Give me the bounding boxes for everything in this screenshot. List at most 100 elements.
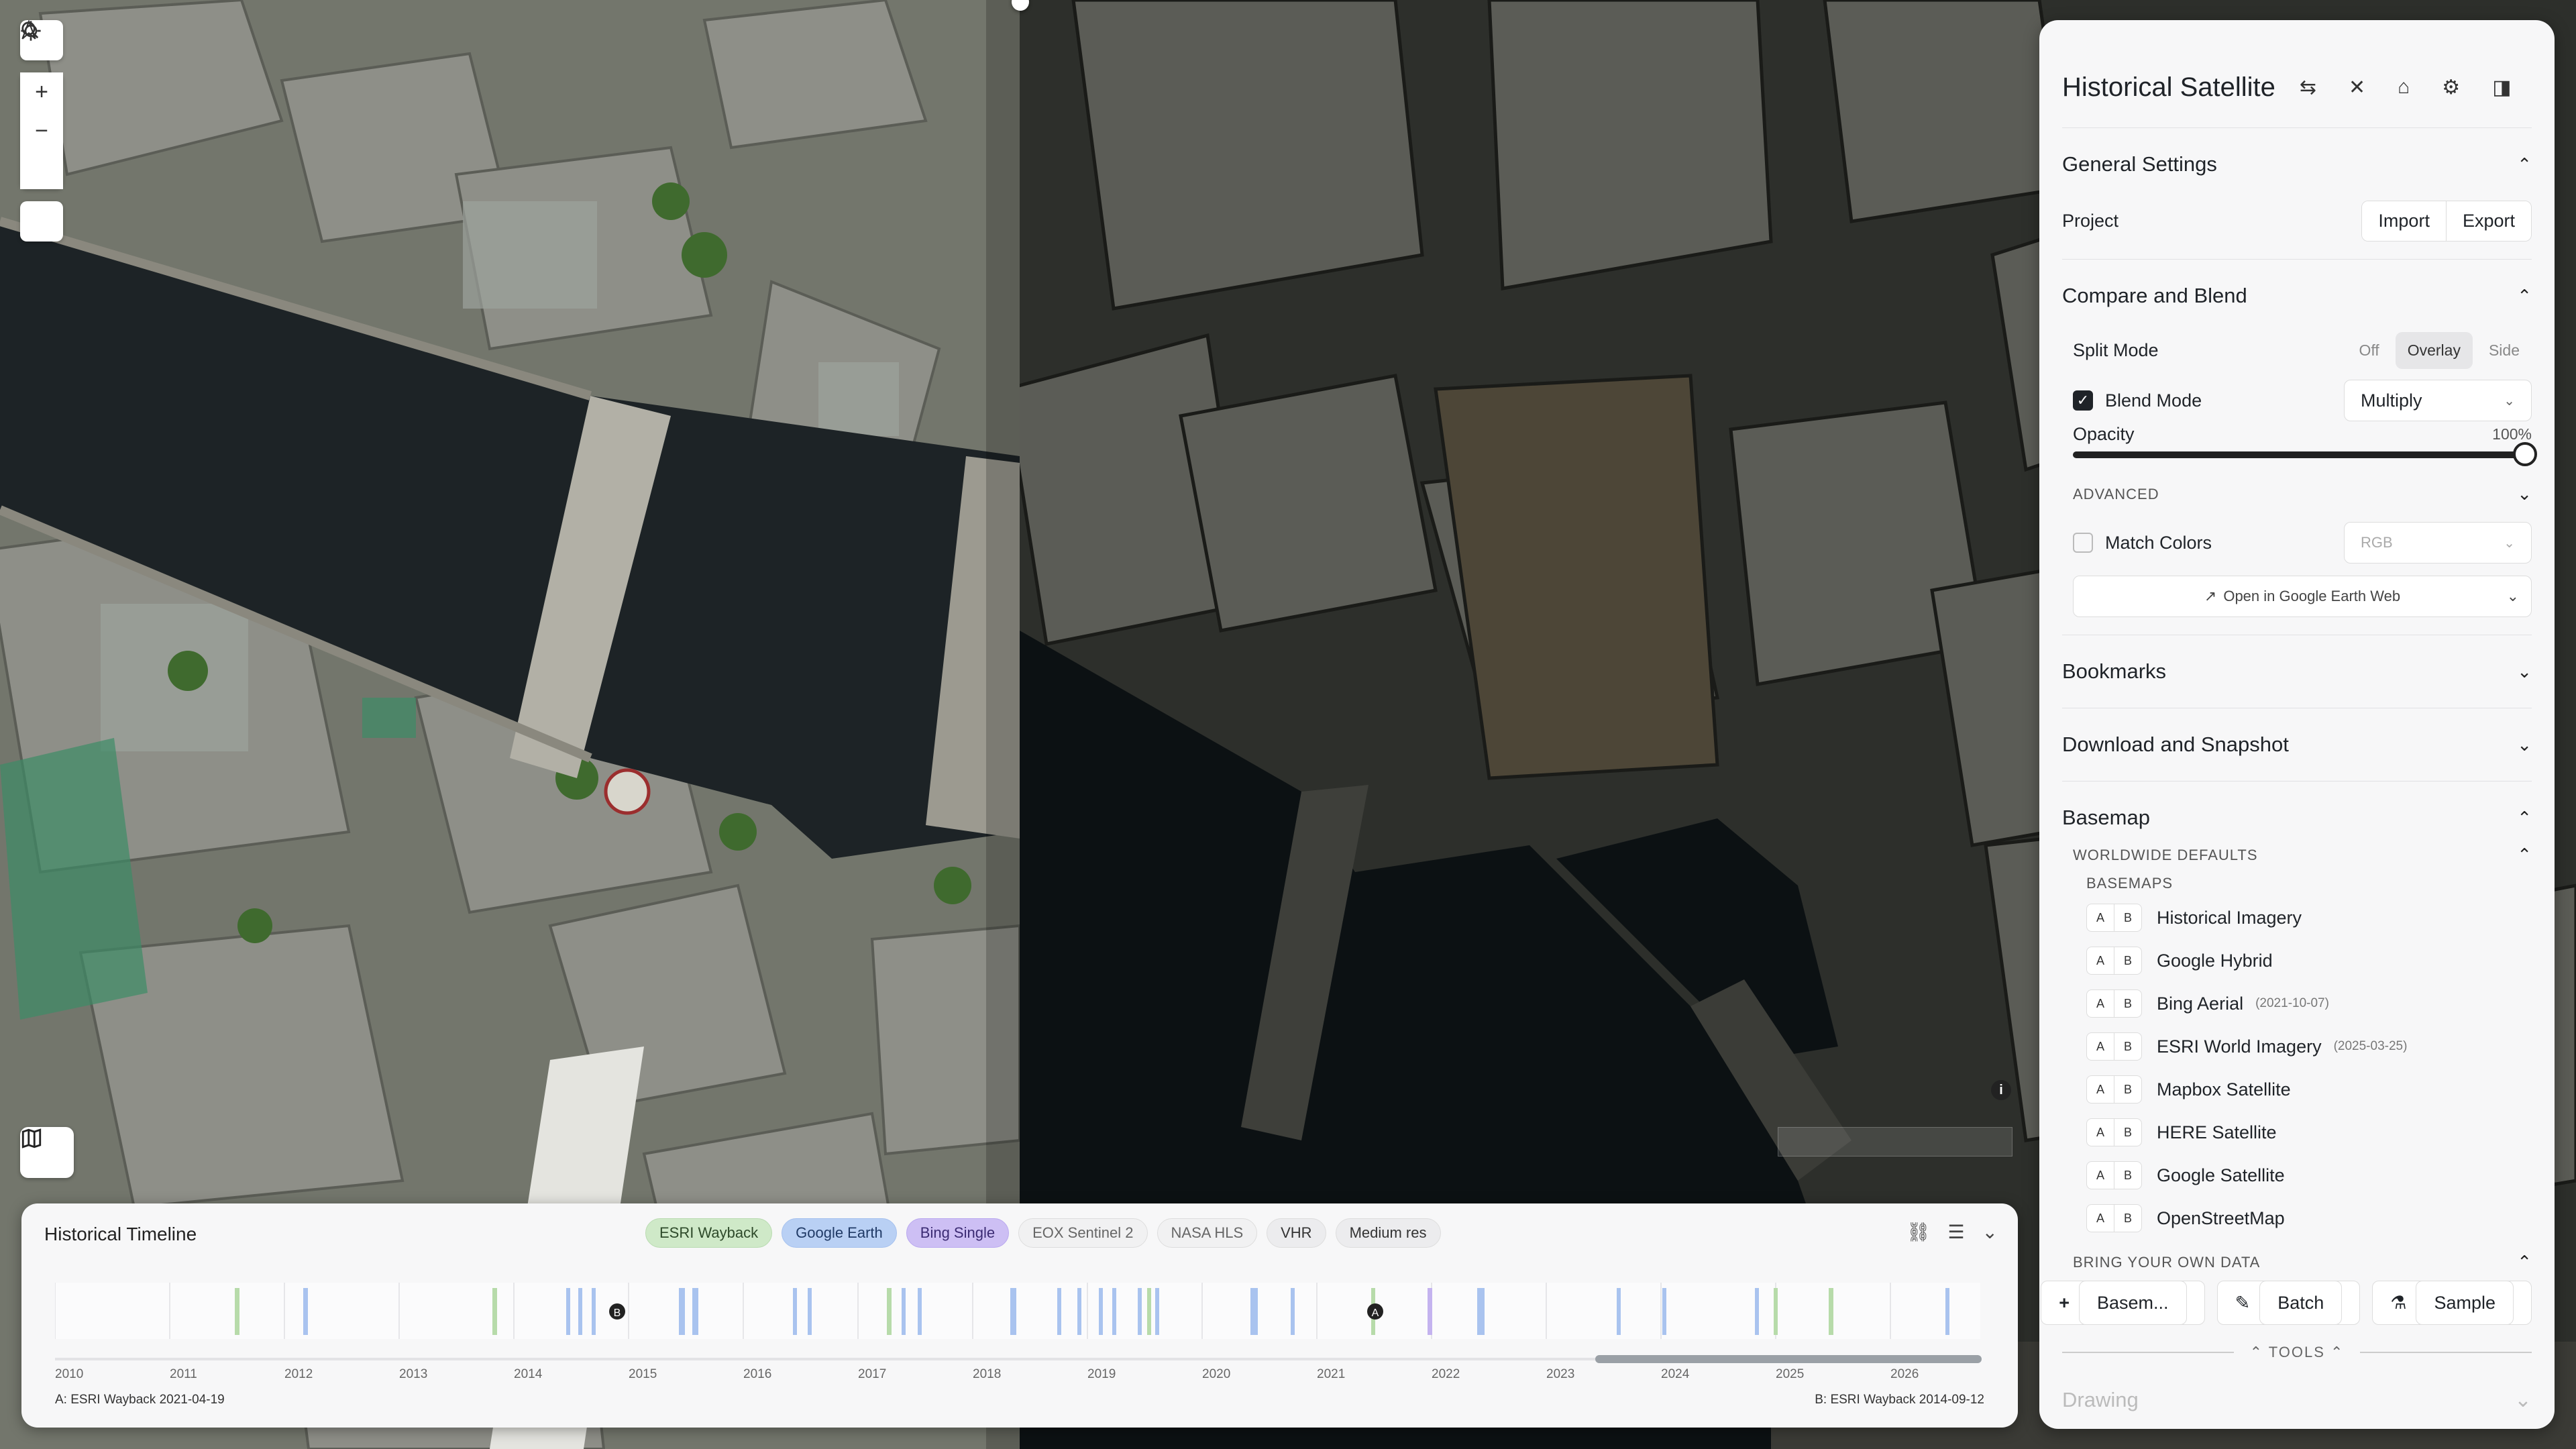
match-colors-checkbox[interactable]	[2073, 533, 2093, 553]
byo-toggle[interactable]: BRING YOUR OWN DATA ⌃	[2062, 1252, 2532, 1273]
chip-google-earth[interactable]: Google Earth	[782, 1218, 897, 1248]
capture-mark	[793, 1288, 797, 1335]
basemap-item[interactable]: A B Google Satellite	[2086, 1154, 2532, 1197]
section-drawing[interactable]: Drawing ⌄	[2062, 1388, 2532, 1412]
section-header-basemap[interactable]: Basemap ⌃	[2062, 782, 2532, 854]
slot-b-button[interactable]: B	[2114, 904, 2142, 932]
section-header-bookmarks[interactable]: Bookmarks ⌄	[2062, 635, 2532, 708]
basemap-name: Mapbox Satellite	[2157, 1079, 2291, 1099]
slot-a-button[interactable]: A	[2086, 1032, 2114, 1061]
slot-a-button[interactable]: A	[2086, 1118, 2114, 1146]
add-basemap-button[interactable]: + Basem...	[2041, 1281, 2205, 1325]
basemap-item[interactable]: A B HERE Satellite	[2086, 1111, 2532, 1154]
slot-b-button[interactable]: B	[2114, 989, 2142, 1018]
locate-button[interactable]	[20, 21, 63, 241]
map-toolbar: + −	[20, 20, 63, 241]
blend-mode-select[interactable]: Multiply ⌄	[2344, 380, 2532, 421]
advanced-label: ADVANCED	[2073, 485, 2159, 502]
slot-b-button[interactable]: B	[2114, 947, 2142, 975]
basemap-item[interactable]: A B Bing Aerial (2021-10-07)	[2086, 982, 2532, 1025]
slot-b-button[interactable]: B	[2114, 1118, 2142, 1146]
basemap-item[interactable]: A B OpenStreetMap	[2086, 1197, 2532, 1240]
split-side-option[interactable]: Side	[2477, 332, 2532, 369]
match-colors-select[interactable]: RGB ⌄	[2344, 522, 2532, 564]
basemap-date: (2021-10-07)	[2255, 996, 2329, 1010]
basemap-item[interactable]: A B Historical Imagery	[2086, 896, 2532, 939]
swap-icon[interactable]: ⇆	[2300, 76, 2316, 99]
chip-vhr[interactable]: VHR	[1267, 1218, 1326, 1248]
capture-mark	[1945, 1288, 1949, 1335]
chip-eox-sentinel-2[interactable]: EOX Sentinel 2	[1018, 1218, 1148, 1248]
chip-medium-res[interactable]: Medium res	[1335, 1218, 1441, 1248]
timeline-track[interactable]: B A	[55, 1283, 1980, 1339]
match-colors-label: Match Colors	[2105, 532, 2212, 553]
capture-mark	[1428, 1288, 1432, 1335]
slot-b-button[interactable]: B	[2114, 1161, 2142, 1189]
slot-a-button[interactable]: A	[2086, 904, 2114, 932]
chip-esri-wayback[interactable]: ESRI Wayback	[645, 1218, 773, 1248]
tools-divider[interactable]: ⌃ TOOLS ⌃	[2062, 1344, 2532, 1361]
import-button[interactable]: Import	[2362, 201, 2446, 241]
opacity-slider[interactable]	[2073, 442, 2537, 466]
home-icon[interactable]: ⌂	[2398, 76, 2410, 99]
section-header-general[interactable]: General Settings ⌃	[2062, 128, 2532, 201]
blend-mode-value: Multiply	[2361, 390, 2422, 411]
slot-a-button[interactable]: A	[2086, 1161, 2114, 1189]
sample-label: Sample	[2416, 1281, 2514, 1325]
chip-bing-single[interactable]: Bing Single	[906, 1218, 1010, 1248]
zoom-in-button[interactable]: +	[20, 72, 63, 111]
zoom-out-button[interactable]: −	[20, 111, 63, 150]
split-mode-label: Split Mode	[2073, 340, 2159, 360]
timeline-marker-a[interactable]: A	[1367, 1303, 1383, 1320]
link-icon[interactable]: ⛓	[1907, 1221, 1931, 1243]
chip-nasa-hls[interactable]: NASA HLS	[1157, 1218, 1258, 1248]
panel-header: Historical Satellite ⇆ ✕ ⌂ ⚙ ◨	[2062, 67, 2534, 107]
panel-title: Historical Satellite	[2062, 72, 2275, 102]
sample-button[interactable]: ⚗ Sample	[2372, 1281, 2532, 1325]
compass-button[interactable]	[20, 20, 63, 189]
slot-b-button[interactable]: B	[2114, 1204, 2142, 1232]
timeline-year-label: 2013	[399, 1367, 428, 1381]
worldwide-defaults-toggle[interactable]: WORLDWIDE DEFAULTS ⌃	[2062, 845, 2532, 865]
basemap-item[interactable]: A B ESRI World Imagery (2025-03-25)	[2086, 1025, 2532, 1068]
slot-a-button[interactable]: A	[2086, 989, 2114, 1018]
google-earth-label: Open in Google Earth Web	[2223, 588, 2401, 604]
export-button[interactable]: Export	[2445, 201, 2531, 241]
slot-b-button[interactable]: B	[2114, 1032, 2142, 1061]
chevron-down-icon[interactable]: ⌄	[1982, 1221, 1998, 1243]
batch-button[interactable]: ✎ Batch	[2216, 1281, 2361, 1325]
blend-mode-checkbox[interactable]: ✓	[2073, 390, 2093, 411]
filter-sliders-icon[interactable]: ☰	[1947, 1221, 1964, 1243]
timeline-marker-b[interactable]: B	[609, 1303, 625, 1320]
section-header-compare[interactable]: Compare and Blend ⌃	[2062, 260, 2532, 332]
capture-mark	[692, 1288, 698, 1335]
slot-b-button[interactable]: B	[2114, 1075, 2142, 1104]
capture-mark	[1250, 1288, 1258, 1335]
section-header-download[interactable]: Download and Snapshot ⌄	[2062, 708, 2532, 781]
chevron-down-icon: ⌄	[2504, 535, 2515, 551]
gear-icon[interactable]: ⚙	[2442, 76, 2460, 99]
basemap-item[interactable]: A B Google Hybrid	[2086, 939, 2532, 982]
basemap-name: OpenStreetMap	[2157, 1208, 2285, 1228]
capture-mark	[1829, 1288, 1833, 1335]
timeline-scrollbar[interactable]	[1595, 1355, 1982, 1363]
attribution-info-icon[interactable]: i	[1991, 1080, 2011, 1100]
split-off-option[interactable]: Off	[2347, 332, 2391, 369]
opacity-control: Opacity 100%	[2062, 424, 2537, 466]
timeline-year-label: 2025	[1776, 1367, 1805, 1381]
basemap-item[interactable]: A B Mapbox Satellite	[2086, 1068, 2532, 1111]
panel-body: General Settings ⌃ Project Import Export…	[2041, 127, 2537, 1412]
section-title: Bookmarks	[2062, 659, 2167, 683]
advanced-toggle[interactable]: ADVANCED ⌄	[2062, 484, 2532, 504]
slot-a-button[interactable]: A	[2086, 1075, 2114, 1104]
split-overlay-option[interactable]: Overlay	[2395, 332, 2473, 369]
sidebar-toggle-icon[interactable]: ◨	[2492, 76, 2511, 99]
timeline-year-label: 2014	[514, 1367, 543, 1381]
collapse-icon[interactable]: ✕	[2349, 76, 2365, 99]
slot-a-button[interactable]: A	[2086, 947, 2114, 975]
capture-mark	[918, 1288, 922, 1335]
google-earth-button[interactable]: ↗ Open in Google Earth Web ⌄	[2073, 576, 2532, 617]
basemap-toggle-button[interactable]	[20, 1127, 74, 1178]
opacity-slider-knob[interactable]	[2513, 442, 2537, 466]
slot-a-button[interactable]: A	[2086, 1204, 2114, 1232]
